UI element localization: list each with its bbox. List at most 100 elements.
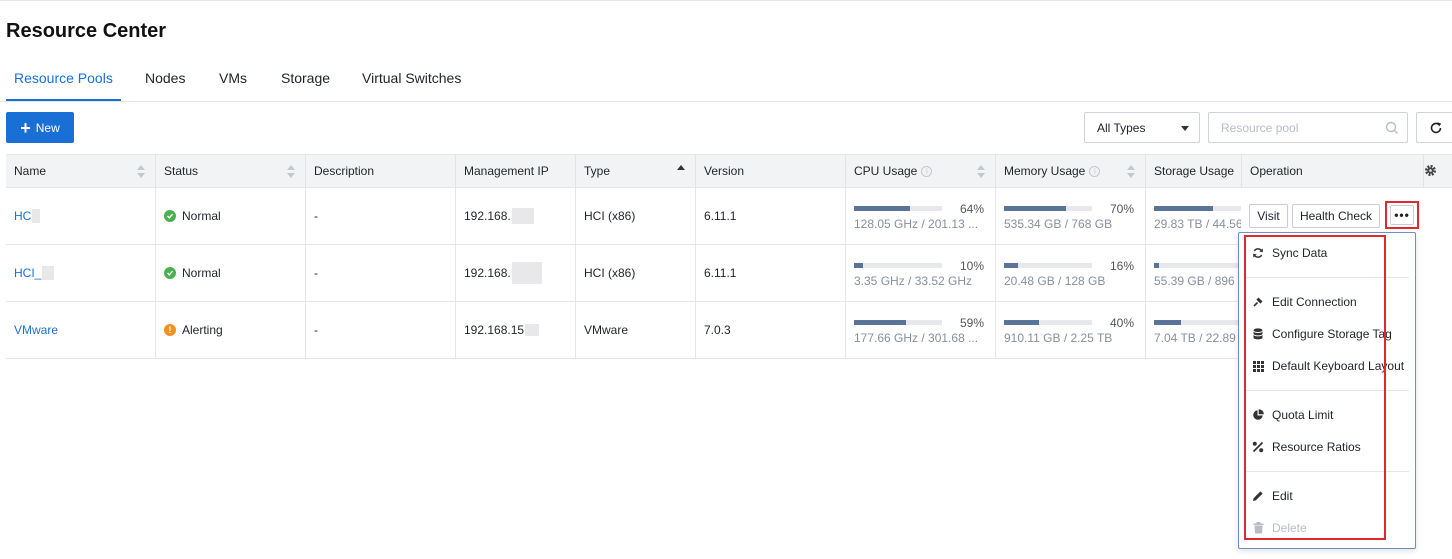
menu-item-delete: Delete xyxy=(1251,518,1307,538)
pie-chart-icon xyxy=(1251,408,1265,422)
tab-bar: Resource Pools Nodes VMs Storage Virtual… xyxy=(0,60,1452,102)
description-cell: - xyxy=(306,188,456,244)
sort-icon[interactable] xyxy=(1127,165,1135,179)
health-check-button[interactable]: Health Check xyxy=(1292,204,1380,228)
status-cell: Normal xyxy=(156,188,306,244)
column-header-storage-usage: Storage Usage xyxy=(1154,164,1235,178)
check-circle-icon xyxy=(164,267,176,279)
refresh-icon xyxy=(1430,121,1442,133)
menu-item-sync-data[interactable]: Sync Data xyxy=(1251,243,1327,263)
ip-cell: 192.168. xyxy=(456,245,576,301)
column-header-name[interactable]: Name xyxy=(6,155,156,188)
search-box xyxy=(1208,112,1408,143)
menu-item-configure-storage-tag[interactable]: Configure Storage Tag xyxy=(1251,324,1392,344)
active-tab-indicator xyxy=(6,99,121,101)
visit-button[interactable]: Visit xyxy=(1249,204,1288,228)
menu-item-resource-ratios[interactable]: Resource Ratios xyxy=(1251,437,1361,457)
info-icon[interactable]: i xyxy=(921,166,933,178)
ip-cell: 192.168. xyxy=(456,188,576,244)
tab-virtual-switches[interactable]: Virtual Switches xyxy=(362,70,461,86)
column-header-status[interactable]: Status xyxy=(156,155,306,188)
memory-usage-cell: 16% 20.48 GB / 128 GB xyxy=(996,245,1146,301)
search-icon[interactable] xyxy=(1385,121,1399,135)
pool-name-link[interactable]: VMware xyxy=(6,302,156,358)
top-divider xyxy=(0,0,1452,1)
storage-usage-bar xyxy=(1154,206,1242,211)
version-cell: 7.0.3 xyxy=(696,302,846,358)
cpu-usage-cell: 59% 177.66 GHz / 301.68 ... xyxy=(846,302,996,358)
menu-divider xyxy=(1245,390,1409,391)
info-icon[interactable]: i xyxy=(1089,166,1101,178)
new-button-label: New xyxy=(35,120,60,135)
grid-icon xyxy=(1251,359,1265,373)
cpu-usage-cell: 10% 3.35 GHz / 33.52 GHz xyxy=(846,245,996,301)
tab-resource-pools[interactable]: Resource Pools xyxy=(14,70,113,86)
refresh-button[interactable] xyxy=(1416,112,1452,143)
type-cell: VMware xyxy=(576,302,696,358)
type-cell: HCI (x86) xyxy=(576,188,696,244)
memory-usage-cell: 70% 535.34 GB / 768 GB xyxy=(996,188,1146,244)
column-header-description: Description xyxy=(306,155,456,188)
menu-item-edit[interactable]: Edit xyxy=(1251,486,1293,506)
status-cell: ! Alerting xyxy=(156,302,306,358)
storage-usage-cell: 7.04 TB / 22.89 xyxy=(1146,302,1247,358)
sort-icon[interactable] xyxy=(977,165,985,179)
storage-usage-cell: 55.39 GB / 896 xyxy=(1146,245,1247,301)
warning-circle-icon: ! xyxy=(164,324,176,336)
version-cell: 6.11.1 xyxy=(696,245,846,301)
gear-icon[interactable] xyxy=(1424,164,1437,177)
description-cell: - xyxy=(306,245,456,301)
more-actions-menu: Sync Data Edit Connection Configure Stor… xyxy=(1238,232,1416,549)
pencil-icon xyxy=(1251,489,1265,503)
tab-storage[interactable]: Storage xyxy=(281,70,330,86)
more-actions-button[interactable]: ••• xyxy=(1385,201,1419,229)
cpu-usage-bar xyxy=(854,263,942,268)
menu-divider xyxy=(1245,277,1409,278)
database-icon xyxy=(1251,327,1265,341)
caret-down-icon xyxy=(1181,126,1189,131)
cpu-usage-bar xyxy=(854,320,942,325)
sort-icon[interactable] xyxy=(287,165,295,179)
table-row[interactable]: HC Normal - 192.168. HCI (x86) 6.11.1 64… xyxy=(6,188,1452,245)
plug-icon xyxy=(1251,295,1265,309)
type-cell: HCI (x86) xyxy=(576,245,696,301)
cpu-usage-bar xyxy=(854,206,942,211)
status-cell: Normal xyxy=(156,245,306,301)
column-header-memory-usage[interactable]: Memory Usage i xyxy=(996,155,1146,188)
memory-usage-bar xyxy=(1004,263,1092,268)
table-row[interactable]: HCI_ Normal - 192.168. HCI (x86) 6.11.1 … xyxy=(6,245,1452,302)
type-select[interactable]: All Types xyxy=(1084,112,1200,143)
column-header-type[interactable]: Type xyxy=(576,155,696,188)
page-title: Resource Center xyxy=(6,20,167,42)
menu-item-default-keyboard-layout[interactable]: Default Keyboard Layout xyxy=(1251,356,1404,376)
menu-item-quota-limit[interactable]: Quota Limit xyxy=(1251,405,1333,425)
sort-icon[interactable] xyxy=(137,165,145,179)
memory-usage-bar xyxy=(1004,206,1092,211)
new-button[interactable]: + New xyxy=(6,112,74,143)
storage-usage-bar xyxy=(1154,263,1242,268)
search-input[interactable] xyxy=(1209,113,1379,142)
storage-usage-bar xyxy=(1154,320,1242,325)
pool-name-link[interactable]: HCI_ xyxy=(6,245,156,301)
tab-vms[interactable]: VMs xyxy=(219,70,247,86)
ellipsis-icon: ••• xyxy=(1390,205,1414,225)
pool-name-link[interactable]: HC xyxy=(6,188,156,244)
tab-nodes[interactable]: Nodes xyxy=(145,70,185,86)
percent-icon xyxy=(1251,440,1265,454)
column-header-operation: Operation xyxy=(1241,155,1424,188)
menu-divider xyxy=(1245,471,1409,472)
table-row[interactable]: VMware ! Alerting - 192.168.15 VMware 7.… xyxy=(6,302,1452,359)
storage-usage-cell: 29.83 TB / 44.56 xyxy=(1146,188,1247,244)
menu-item-edit-connection[interactable]: Edit Connection xyxy=(1251,292,1357,312)
column-header-version: Version xyxy=(696,155,846,188)
column-header-management-ip: Management IP xyxy=(456,155,576,188)
type-select-value: All Types xyxy=(1097,120,1146,135)
version-cell: 6.11.1 xyxy=(696,188,846,244)
column-header-cpu-usage[interactable]: CPU Usage i xyxy=(846,155,996,188)
table-header: Name Status Description Management IP Ty… xyxy=(6,154,1452,188)
sync-icon xyxy=(1251,246,1265,260)
memory-usage-cell: 40% 910.11 GB / 2.25 TB xyxy=(996,302,1146,358)
sort-asc-icon[interactable] xyxy=(677,165,685,179)
memory-usage-bar xyxy=(1004,320,1092,325)
check-circle-icon xyxy=(164,210,176,222)
